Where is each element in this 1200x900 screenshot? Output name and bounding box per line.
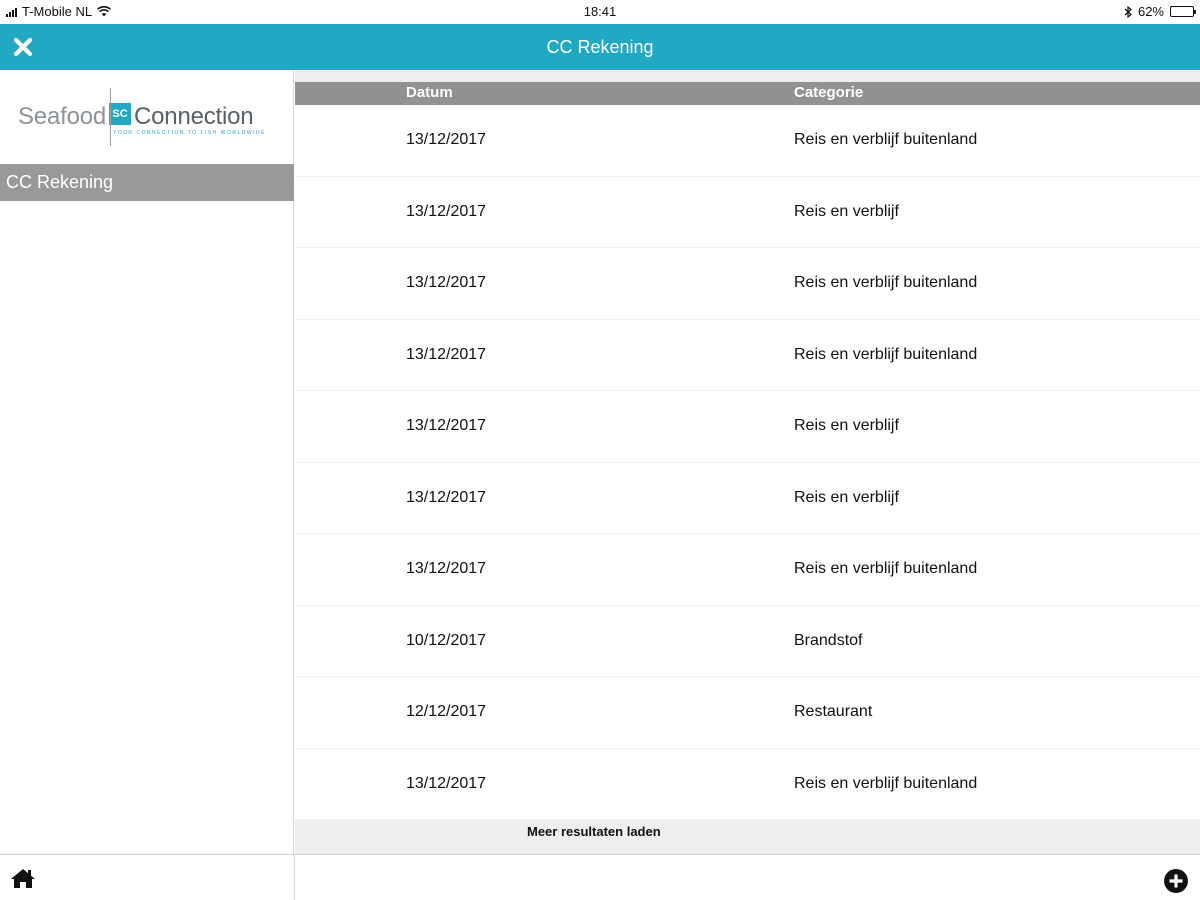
- cell-datum: 13/12/2017: [406, 488, 487, 506]
- status-bar-right: 62%: [1124, 4, 1196, 19]
- table-row[interactable]: 10/12/2017 Brandstof: [295, 606, 1200, 677]
- battery-percent: 62%: [1137, 4, 1164, 19]
- cell-categorie: Reis en verblijf buitenland: [794, 274, 978, 291]
- table-row[interactable]: 13/12/2017 Reis en verblijf buitenland: [295, 534, 1200, 606]
- cell-datum: 10/12/2017: [406, 631, 487, 649]
- cell-datum: 13/12/2017: [406, 417, 487, 434]
- table-row[interactable]: 13/12/2017 Reis en verblijf buitenland: [295, 248, 1200, 320]
- table-row[interactable]: 13/12/2017 Reis en verblijf buitenland: [295, 749, 1200, 820]
- table-row[interactable]: 13/12/2017 Reis en verblijf buitenland: [295, 105, 1200, 177]
- table-row[interactable]: 13/12/2017 Reis en verblijf: [295, 177, 1200, 248]
- bluetooth-icon: [1124, 5, 1132, 18]
- clock: 18:41: [583, 4, 617, 19]
- table-row[interactable]: 13/12/2017 Reis en verblijf buitenland: [295, 320, 1200, 391]
- sidebar-item-cc-rekening[interactable]: CC Rekening: [0, 164, 294, 201]
- cell-categorie: Reis en verblijf buitenland: [794, 131, 978, 148]
- table-row[interactable]: 12/12/2017 Restaurant: [295, 677, 1200, 749]
- table-header: Datum Categorie: [295, 82, 1200, 105]
- cell-datum: 13/12/2017: [406, 345, 487, 363]
- column-header-categorie[interactable]: Categorie: [794, 84, 863, 101]
- table-top-gap: [295, 70, 1200, 82]
- table-row[interactable]: 13/12/2017 Reis en verblijf: [295, 463, 1200, 534]
- cell-categorie: Reis en verblijf buitenland: [794, 560, 978, 577]
- cell-categorie: Restaurant: [794, 703, 873, 720]
- cell-categorie: Reis en verblijf: [794, 417, 899, 434]
- nav-bar: CC Rekening: [0, 24, 1200, 70]
- cell-categorie: Reis en verblijf buitenland: [794, 774, 978, 792]
- load-more-bar: Meer resultaten laden: [295, 820, 1200, 854]
- cell-categorie: Brandstof: [794, 631, 863, 649]
- cell-categorie: Reis en verblijf: [794, 202, 899, 220]
- load-more-button[interactable]: Meer resultaten laden: [527, 824, 661, 839]
- bottom-toolbar: [0, 854, 1200, 900]
- table-body: 13/12/2017 Reis en verblijf buitenland 13/…: [295, 105, 1200, 820]
- main-content: Datum Categorie 13/12/2017 Reis en verbli…: [295, 70, 1200, 854]
- cell-datum: 13/12/2017: [406, 274, 487, 291]
- cell-categorie: Reis en verblijf buitenland: [794, 345, 978, 363]
- cell-datum: 12/12/2017: [406, 703, 487, 720]
- add-circle-icon: [1164, 869, 1188, 893]
- logo-separator: [110, 88, 111, 146]
- table-row[interactable]: 13/12/2017 Reis en verblijf: [295, 391, 1200, 463]
- logo-tagline: YOUR CONNECTION TO FISH WORLDWIDE: [113, 130, 266, 136]
- status-bar: T-Mobile NL 18:41 62%: [0, 0, 1200, 24]
- cell-categorie: Reis en verblijf: [794, 488, 899, 506]
- cell-datum: 13/12/2017: [406, 560, 487, 577]
- logo-mark: SC: [109, 103, 132, 125]
- home-icon: [11, 869, 35, 888]
- sidebar: Seafood SC Connection YOUR CONNECTION TO…: [0, 70, 294, 854]
- cell-datum: 13/12/2017: [406, 202, 487, 220]
- seafood-connection-logo: Seafood SC Connection YOUR CONNECTION TO…: [18, 88, 280, 146]
- home-button[interactable]: [10, 867, 36, 889]
- column-header-datum[interactable]: Datum: [406, 84, 453, 101]
- logo-word-seafood: Seafood: [18, 103, 107, 130]
- logo-word-connection: Connection: [134, 103, 254, 130]
- toolbar-divider: [294, 855, 295, 900]
- page-title: CC Rekening: [546, 37, 654, 57]
- cell-datum: 13/12/2017: [406, 774, 487, 792]
- battery-icon: [1170, 6, 1196, 17]
- add-button[interactable]: [1163, 868, 1189, 894]
- cell-datum: 13/12/2017: [406, 131, 487, 148]
